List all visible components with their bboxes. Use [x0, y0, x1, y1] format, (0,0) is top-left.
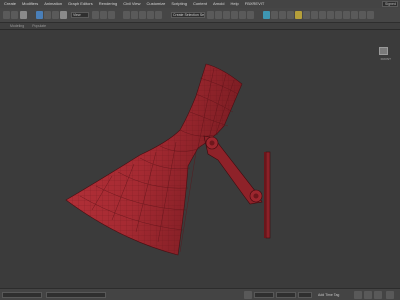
- a360-gallery-icon[interactable]: [319, 11, 326, 19]
- angle-snap-icon[interactable]: [131, 11, 138, 19]
- status-bar: Add Time Tag: [0, 288, 400, 300]
- layer-explorer-icon[interactable]: [231, 11, 238, 19]
- lamp-shade[interactable]: [65, 63, 243, 256]
- previous-frame-icon[interactable]: [354, 291, 362, 299]
- material-editor-icon[interactable]: [271, 11, 278, 19]
- ribbon-tab-populate[interactable]: Populate: [32, 24, 46, 28]
- viewcube-label: FRONT: [380, 57, 391, 61]
- arnold-ipr-icon[interactable]: [343, 11, 350, 19]
- zoom-extents-icon[interactable]: [386, 291, 394, 299]
- maxscript-listener-field[interactable]: [2, 292, 42, 298]
- x-coordinate-field[interactable]: [254, 292, 274, 298]
- curve-editor-icon[interactable]: [247, 11, 254, 19]
- perspective-viewport[interactable]: FRONT: [0, 30, 400, 288]
- render-in-cloud-icon[interactable]: [311, 11, 318, 19]
- menu-item-customize[interactable]: Customize: [146, 0, 165, 8]
- undo-icon[interactable]: [3, 11, 10, 19]
- menu-item-rendering[interactable]: Rendering: [99, 0, 117, 8]
- rectangular-selection-icon[interactable]: [52, 11, 59, 19]
- y-coordinate-field[interactable]: [276, 292, 296, 298]
- select-object-icon[interactable]: [36, 11, 43, 19]
- light-lister-icon[interactable]: [351, 11, 358, 19]
- link-icon[interactable]: [20, 11, 27, 19]
- percent-snap-icon[interactable]: [139, 11, 146, 19]
- scene-explorer-icon[interactable]: [223, 11, 230, 19]
- mirror-icon[interactable]: [207, 11, 214, 19]
- next-frame-icon[interactable]: [374, 291, 382, 299]
- menu-item-arnold[interactable]: Arnold: [213, 0, 225, 8]
- arnold-render-icon[interactable]: [327, 11, 334, 19]
- lamp-model: [65, 63, 271, 256]
- align-icon[interactable]: [215, 11, 222, 19]
- add-time-tag-button[interactable]: Add Time Tag: [318, 293, 339, 297]
- menu-item-help[interactable]: Help: [231, 0, 239, 8]
- snap-toggle-icon[interactable]: [123, 11, 130, 19]
- effects-icon[interactable]: [367, 11, 374, 19]
- wall-mount-plate[interactable]: [264, 151, 271, 239]
- menu-item-modifiers[interactable]: Modifiers: [22, 0, 38, 8]
- menu-item-animation[interactable]: Animation: [44, 0, 62, 8]
- lock-selection-icon[interactable]: [244, 291, 252, 299]
- select-by-name-icon[interactable]: [44, 11, 51, 19]
- menu-item-fbxrevit[interactable]: FBXREVIT: [245, 0, 265, 8]
- menu-item-scripting[interactable]: Scripting: [171, 0, 187, 8]
- main-toolbar: View Create Selection Set: [0, 8, 400, 23]
- rendered-frame-window-icon[interactable]: [287, 11, 294, 19]
- ribbon-tab-modeling[interactable]: Modeling: [10, 24, 24, 28]
- prompt-line: [46, 292, 106, 298]
- menu-item-civil-view[interactable]: Civil View: [123, 0, 140, 8]
- move-icon[interactable]: [92, 11, 99, 19]
- arnold-view-icon[interactable]: [335, 11, 342, 19]
- spinner-snap-icon[interactable]: [147, 11, 154, 19]
- menu-item-content[interactable]: Content: [193, 0, 207, 8]
- render-iterative-icon[interactable]: [303, 11, 310, 19]
- menu-bar: Create Modifiers Animation Graph Editors…: [0, 0, 400, 8]
- render-production-icon[interactable]: [295, 11, 302, 19]
- sign-in-field[interactable]: Signed: [382, 1, 398, 7]
- lamp-arm[interactable]: [203, 135, 263, 205]
- menu-item-graph-editors[interactable]: Graph Editors: [68, 0, 93, 8]
- viewcube-icon[interactable]: [379, 47, 388, 55]
- environment-icon[interactable]: [359, 11, 366, 19]
- redo-icon[interactable]: [11, 11, 18, 19]
- window-crossing-icon[interactable]: [60, 11, 67, 19]
- ribbon: Modeling Populate: [0, 23, 400, 30]
- z-coordinate-field[interactable]: [298, 292, 312, 298]
- render-setup-icon[interactable]: [279, 11, 286, 19]
- edit-named-selection-icon[interactable]: [155, 11, 162, 19]
- ribbon-toggle-icon[interactable]: [239, 11, 246, 19]
- named-selection-set-dropdown[interactable]: Create Selection Set: [171, 12, 205, 18]
- reference-coordinate-dropdown[interactable]: View: [71, 12, 89, 18]
- scale-icon[interactable]: [108, 11, 115, 19]
- rotate-icon[interactable]: [100, 11, 107, 19]
- play-icon[interactable]: [364, 291, 372, 299]
- menu-item-create[interactable]: Create: [4, 0, 16, 8]
- schematic-view-icon[interactable]: [263, 11, 270, 19]
